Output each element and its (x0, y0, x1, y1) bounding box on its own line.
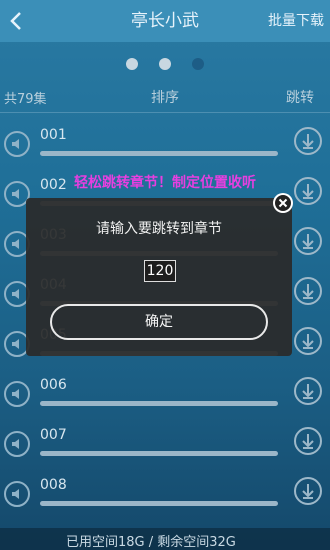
download-icon[interactable] (294, 227, 322, 255)
episode-row[interactable]: 007 (0, 424, 330, 474)
episode-number: 007 (40, 427, 67, 443)
download-icon[interactable] (294, 277, 322, 305)
close-icon[interactable] (273, 193, 293, 213)
storage-text: 已用空间18G / 剩余空间32G (66, 535, 236, 550)
jump-button[interactable]: 跳转 (286, 87, 314, 107)
episode-number: 008 (40, 477, 67, 493)
speaker-icon[interactable] (4, 481, 30, 507)
episode-row[interactable]: 006 (0, 374, 330, 424)
top-bar: 亭长小武 批量下载 (0, 0, 330, 42)
progress-bar (40, 401, 278, 406)
episode-row[interactable]: 001 (0, 124, 330, 174)
download-icon[interactable] (294, 377, 322, 405)
storage-footer: 已用空间18G / 剩余空间32G (0, 528, 330, 550)
sort-button[interactable]: 排序 (0, 87, 330, 107)
progress-bar (40, 451, 278, 456)
speaker-icon[interactable] (4, 431, 30, 457)
carousel-dot[interactable] (159, 58, 171, 70)
confirm-button[interactable]: 确定 (50, 304, 268, 340)
progress-bar (40, 151, 278, 156)
episode-number: 006 (40, 377, 67, 393)
chapter-input[interactable] (144, 260, 176, 282)
download-icon[interactable] (294, 127, 322, 155)
download-icon[interactable] (294, 477, 322, 505)
progress-bar (40, 501, 278, 506)
carousel-dot-active[interactable] (192, 58, 205, 70)
divider (0, 112, 330, 113)
download-icon[interactable] (294, 327, 322, 355)
episode-row[interactable]: 008 (0, 474, 330, 524)
promo-caption: 轻松跳转章节！制定位置收听 (74, 175, 256, 191)
batch-download-button[interactable]: 批量下载 (268, 0, 324, 42)
carousel-indicator (0, 55, 330, 74)
carousel-dot[interactable] (125, 58, 138, 70)
dialog-prompt: 请输入要跳转到章节 (96, 221, 222, 237)
speaker-icon[interactable] (4, 131, 30, 157)
speaker-icon[interactable] (4, 381, 30, 407)
jump-dialog: 请输入要跳转到章节 确定 (26, 198, 292, 356)
download-icon[interactable] (294, 427, 322, 455)
episode-number: 001 (40, 127, 67, 143)
list-header: 共79集 排序 跳转 (0, 84, 330, 110)
